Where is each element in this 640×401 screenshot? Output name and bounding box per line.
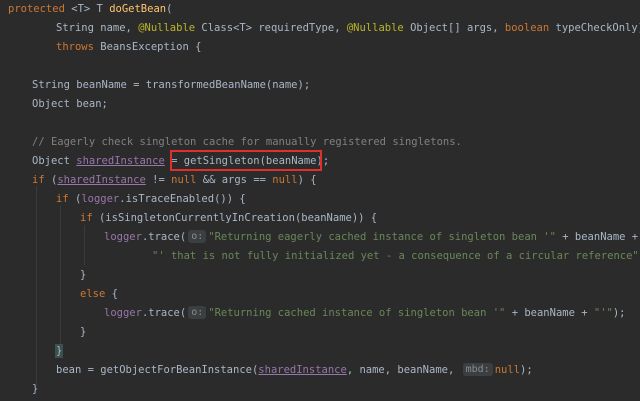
code-token: String name, [56, 22, 139, 34]
keyword-token: boolean [504, 22, 550, 34]
parameter-hint: o: [188, 230, 207, 243]
code-token: .trace( [141, 307, 187, 319]
keyword-token: if [32, 174, 45, 186]
code-token: + beanName + [505, 307, 594, 319]
code-token: , name, beanName, [346, 364, 461, 376]
code-line[interactable]: else { [80, 285, 118, 304]
code-line[interactable]: throws BeansException { [56, 38, 201, 57]
string-token: "' that is not fully initialized yet - a… [152, 250, 639, 262]
code-token: typeCheckOnly) [549, 22, 640, 34]
code-line[interactable]: "' that is not fully initialized yet - a… [152, 247, 640, 266]
code-token: > [83, 3, 97, 15]
code-line[interactable]: } [80, 323, 86, 342]
code-token: BeansException { [93, 41, 202, 53]
code-token: Object bean; [32, 98, 108, 110]
code-token: ( [44, 174, 58, 186]
code-line[interactable]: String name, @Nullable Class<T> required… [56, 19, 640, 38]
code-token: Object [32, 155, 77, 167]
code-token: && args == [196, 174, 273, 186]
code-token: .trace( [141, 231, 187, 243]
variable-token: sharedInstance [258, 364, 347, 376]
code-editor[interactable]: protected <T> T doGetBean( String name, … [0, 0, 640, 401]
code-line[interactable]: bean = getObjectForBeanInstance(sharedIn… [56, 361, 533, 380]
field-token: logger [81, 193, 120, 205]
indent-guide [60, 206, 61, 346]
code-token: bean = getObjectForBeanInstance( [56, 364, 259, 376]
variable-token: sharedInstance [76, 155, 165, 167]
string-token: "'" [593, 307, 613, 319]
code-token: ); [612, 307, 626, 319]
code-token: ( [166, 3, 173, 15]
code-line[interactable]: Object bean; [32, 95, 108, 114]
keyword-token: null [272, 174, 298, 186]
code-line[interactable]: } [32, 380, 38, 399]
field-token: logger [104, 307, 142, 319]
code-token: + beanName + [555, 231, 639, 243]
code-token: > requiredType, [245, 22, 347, 34]
string-token: "Returning eagerly cached instance of si… [208, 231, 556, 243]
code-token: } [80, 269, 87, 281]
code-token: (isSingletonCurrentlyInCreation(beanName… [92, 212, 378, 224]
keyword-token: else [80, 288, 106, 300]
code-token: != [145, 174, 172, 186]
keyword-token: throws [56, 41, 94, 53]
field-token: logger [104, 231, 142, 243]
matched-brace: } [54, 344, 64, 358]
code-token: Object[] args, [403, 22, 505, 34]
code-line[interactable]: } [80, 266, 86, 285]
code-line[interactable]: String beanName = transformedBeanName(na… [32, 76, 310, 95]
code-line[interactable]: } [54, 342, 64, 361]
code-token: Class< [195, 22, 240, 34]
code-token: { [105, 288, 118, 300]
code-token: ); [520, 364, 533, 376]
code-token: ) { [297, 174, 317, 186]
code-token: T [96, 3, 110, 15]
variable-token: sharedInstance [57, 174, 146, 186]
code-line[interactable]: if (isSingletonCurrentlyInCreation(beanN… [80, 209, 377, 228]
indent-guide [36, 186, 37, 386]
code-token: String beanName = transformedBeanName(na… [32, 79, 311, 91]
code-line[interactable]: if (sharedInstance != null && args == nu… [32, 171, 317, 190]
code-token: ( [68, 193, 82, 205]
parameter-hint: mbd: [462, 363, 493, 376]
highlight-box [170, 150, 322, 171]
code-token: } [32, 383, 39, 395]
code-line[interactable]: if (logger.isTraceEnabled()) { [56, 190, 246, 209]
keyword-token: if [80, 212, 93, 224]
string-token: "Returning cached instance of singleton … [208, 307, 506, 319]
keyword-token: null [494, 364, 520, 376]
indent-guide [84, 225, 85, 265]
annotation-token: @Nullable [138, 22, 196, 34]
code-token: } [80, 326, 87, 338]
method-name: doGetBean [109, 3, 167, 15]
parameter-hint: o: [188, 306, 207, 319]
code-line[interactable]: logger.trace(o: "Returning cached instanc… [104, 304, 626, 323]
comment-token: // Eagerly check singleton cache for man… [32, 136, 462, 148]
code-line[interactable]: protected <T> T doGetBean( [8, 0, 172, 19]
annotation-token: @Nullable [346, 22, 404, 34]
code-token: .isTraceEnabled()) { [119, 193, 246, 205]
code-token: < [64, 3, 78, 15]
keyword-token: null [171, 174, 197, 186]
code-line[interactable]: logger.trace(o: "Returning eagerly cached… [104, 228, 638, 247]
keyword-token: protected [8, 3, 65, 15]
keyword-token: if [56, 193, 69, 205]
